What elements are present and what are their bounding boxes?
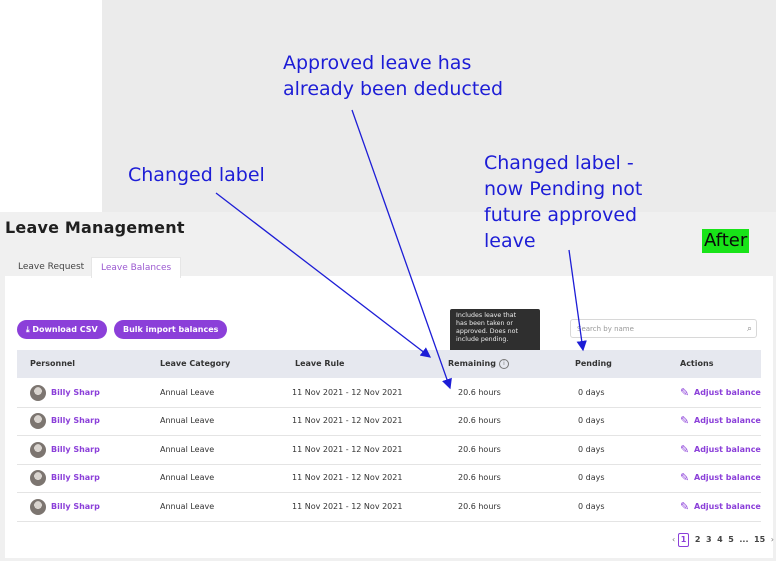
arrow-changed-label xyxy=(215,192,432,358)
arrow-pending xyxy=(568,249,587,352)
arrow-approved xyxy=(351,109,452,390)
annotation-arrows xyxy=(215,109,587,390)
